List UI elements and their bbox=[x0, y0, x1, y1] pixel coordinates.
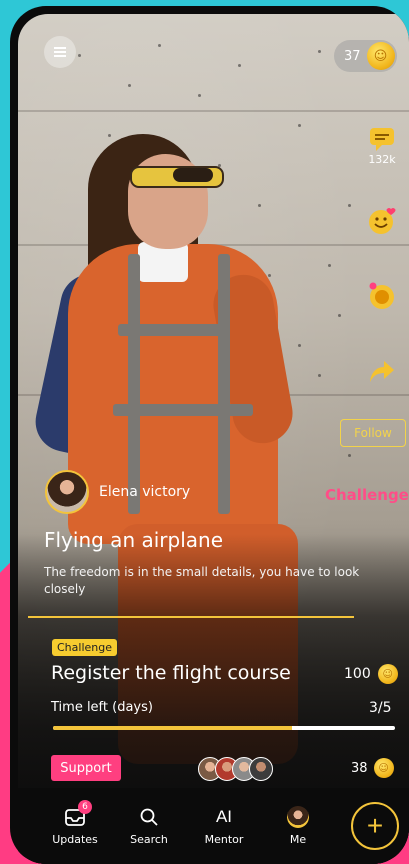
coin-icon: ☺ bbox=[377, 664, 398, 684]
comment-count: 132k bbox=[368, 153, 396, 166]
challenge-reward: 100 ☺ bbox=[344, 664, 398, 684]
tab-me-label: Me bbox=[289, 833, 307, 846]
create-button[interactable]: + bbox=[351, 802, 399, 850]
rivet bbox=[238, 64, 241, 67]
tab-me[interactable]: Me bbox=[268, 806, 328, 846]
updates-icon-wrap: 6 bbox=[64, 800, 92, 828]
coin-count: 37 bbox=[344, 48, 361, 64]
harness-strap bbox=[218, 254, 230, 514]
wall-seam bbox=[18, 110, 409, 112]
post-background: 37 ☺ 132k Follow Elena victory Challenge… bbox=[18, 14, 409, 864]
smiley-heart-icon bbox=[369, 208, 396, 234]
rivet bbox=[78, 54, 81, 57]
goggle-lens bbox=[173, 168, 213, 182]
bottom-tab-bar: 6 Updates Search AI Mentor Me + bbox=[18, 788, 409, 864]
rivet bbox=[198, 94, 201, 97]
video-progress[interactable] bbox=[28, 616, 354, 618]
share-action[interactable] bbox=[360, 358, 404, 384]
mentor-icon-wrap: AI bbox=[216, 806, 232, 828]
profile-avatar-icon bbox=[287, 806, 309, 828]
phone-frame: 37 ☺ 132k Follow Elena victory Challenge… bbox=[10, 6, 409, 864]
support-button[interactable]: Support bbox=[51, 755, 121, 781]
coin-badge-icon bbox=[369, 282, 394, 309]
tab-search[interactable]: Search bbox=[119, 806, 179, 846]
post-title: Flying an airplane bbox=[44, 528, 223, 552]
rivet bbox=[338, 314, 341, 317]
rivet bbox=[158, 44, 161, 47]
tab-search-label: Search bbox=[130, 833, 168, 846]
support-count: 38 ☺ bbox=[351, 758, 394, 778]
gift-action[interactable] bbox=[360, 281, 404, 311]
challenge-tag[interactable]: Challenge bbox=[325, 486, 409, 504]
rivet bbox=[348, 204, 351, 207]
updates-badge: 6 bbox=[78, 800, 92, 814]
coin-icon: ☺ bbox=[373, 758, 394, 778]
rivet bbox=[348, 454, 351, 457]
rivet bbox=[318, 50, 321, 53]
react-action[interactable] bbox=[360, 206, 404, 236]
challenge-title[interactable]: Register the flight course bbox=[51, 662, 291, 684]
follow-button[interactable]: Follow bbox=[340, 419, 406, 447]
tab-mentor-label: Mentor bbox=[204, 833, 244, 846]
search-icon bbox=[140, 808, 158, 826]
rivet bbox=[318, 374, 321, 377]
supporter-avatar bbox=[249, 757, 273, 781]
rivet bbox=[128, 84, 131, 87]
supporter-avatars[interactable] bbox=[198, 757, 273, 781]
time-progress-track bbox=[53, 726, 395, 730]
post-description: The freedom is in the small details, you… bbox=[44, 565, 360, 596]
support-count-value: 38 bbox=[351, 760, 368, 776]
coin-icon: ☺ bbox=[366, 42, 395, 70]
time-progress-fill bbox=[53, 726, 293, 730]
comment-icon bbox=[370, 128, 394, 151]
menu-button[interactable] bbox=[44, 36, 76, 68]
ai-icon: AI bbox=[215, 807, 233, 826]
tab-mentor[interactable]: AI Mentor bbox=[194, 806, 254, 846]
author-avatar[interactable] bbox=[45, 470, 89, 514]
author-name[interactable]: Elena victory bbox=[99, 484, 190, 500]
tab-updates[interactable]: 6 Updates bbox=[45, 800, 105, 846]
time-left-value: 3/5 bbox=[369, 700, 392, 716]
challenge-label: Challenge bbox=[52, 639, 117, 656]
reward-amount: 100 bbox=[344, 666, 371, 682]
search-icon-wrap bbox=[139, 806, 159, 828]
share-icon bbox=[370, 361, 394, 382]
comment-action[interactable]: 132k bbox=[360, 126, 404, 166]
me-icon-wrap bbox=[287, 806, 309, 828]
rivet bbox=[328, 264, 331, 267]
author-row[interactable]: Elena victory bbox=[45, 469, 190, 515]
hamburger-icon bbox=[54, 51, 66, 53]
tab-updates-label: Updates bbox=[52, 833, 98, 846]
coin-balance[interactable]: 37 ☺ bbox=[334, 40, 397, 72]
time-left-label: Time left (days) bbox=[51, 700, 153, 715]
